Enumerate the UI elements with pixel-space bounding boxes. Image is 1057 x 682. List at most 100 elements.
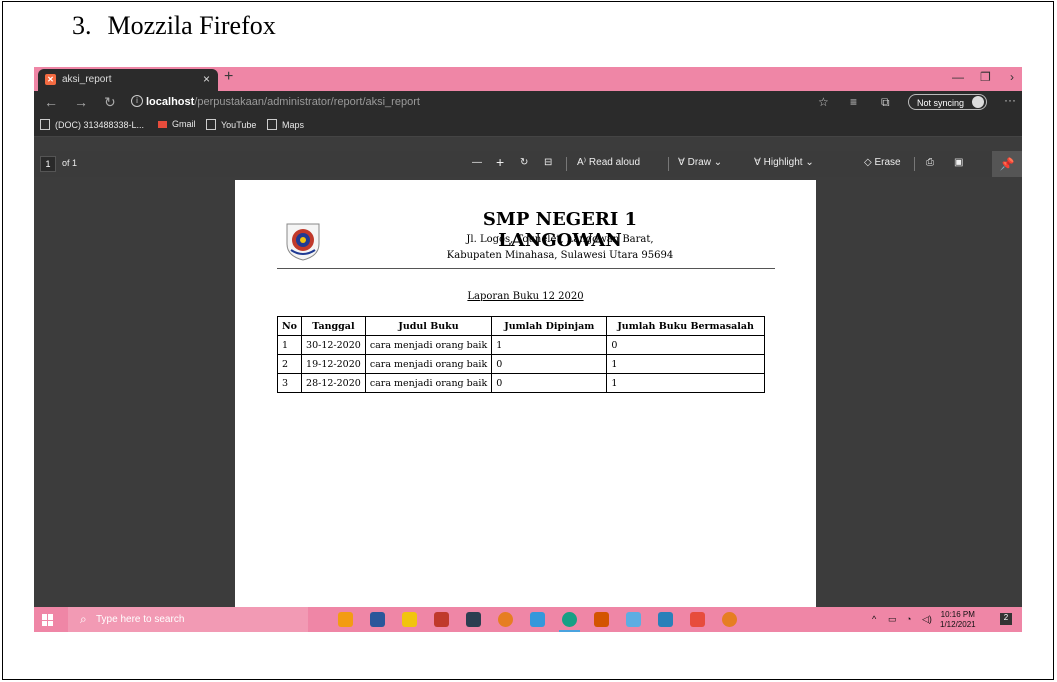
table-cell: 1 [606,373,765,393]
erase-label: Erase [874,157,901,168]
column-header: Jumlah Dipinjam [491,316,608,336]
header-divider [277,268,775,269]
table-cell: 3 [276,373,303,393]
search-placeholder: Type here to search [96,614,185,625]
url-path: /perpustakaan/administrator/report/aksi_… [194,96,420,108]
back-icon[interactable]: ← [44,94,58,110]
zoom-out-icon[interactable]: — [472,157,482,168]
table-cell: 0 [491,373,608,393]
firefox-icon[interactable] [722,612,737,627]
file-explorer-icon[interactable] [402,612,417,627]
url-field[interactable]: localhost/perpustakaan/administrator/rep… [146,96,420,108]
word-icon[interactable] [370,612,385,627]
bookmark-youtube[interactable]: YouTube [206,119,256,130]
page-icon [206,119,216,130]
taskbar-search[interactable]: ⌕ Type here to search [68,607,308,632]
draw-button[interactable]: ∀ Draw ⌄ [678,157,722,168]
page-count: of 1 [62,158,78,168]
table-cell: 1 [491,335,608,355]
clock-time: 10:16 PM [940,610,975,619]
windows-taskbar: ⌕ Type here to search ^ ▭ ◔ ◁) 10:16 PM … [34,607,1022,632]
gmail-icon [158,121,167,128]
tab-title: aksi_report [62,74,112,85]
bookmark-label: Gmail [172,119,196,129]
edge-icon[interactable] [559,612,580,632]
highlight-button[interactable]: ∀ Highlight ⌄ [754,157,814,168]
bookmark-label: (DOC) 313488338-L... [55,120,145,130]
fit-page-icon[interactable]: ⊟ [544,157,552,168]
url-host: localhost [146,96,195,108]
wifi-icon[interactable]: ◔ [906,614,911,624]
toolbar-divider [668,157,669,171]
search-icon: ⌕ [80,612,87,626]
bookmark-gmail[interactable]: Gmail [158,119,196,129]
table-cell: 1 [276,335,303,355]
photos-icon[interactable] [530,612,545,627]
highlight-label: Highlight [763,157,803,168]
eraser-icon: ◇ [864,157,875,168]
print-icon[interactable]: ⎙ [926,157,934,168]
highlight-icon: ∀ [754,157,764,168]
school-emblem-icon [286,223,320,261]
read-aloud-icon: A⁾ [577,157,589,168]
refresh-icon[interactable]: ↻ [104,94,116,111]
table-cell: 0 [606,335,765,355]
show-hidden-icons-icon[interactable]: ^ [872,614,876,624]
store-icon[interactable] [338,612,353,627]
report-title: Laporan Buku 12 2020 [467,291,584,302]
document-heading: 3. Mozzila Firefox [72,11,276,41]
table-cell: cara menjadi orang baik [364,354,493,374]
pdf-page: SMP NEGERI 1 LANGOWAN Jl. Logos, Tounele… [235,180,816,607]
table-cell: cara menjadi orang baik [364,373,493,393]
collections-icon[interactable]: ⧉ [881,95,890,110]
forward-icon[interactable]: → [74,94,88,110]
zoom-in-icon[interactable]: + [496,154,504,170]
rotate-icon[interactable]: ↻ [520,157,528,168]
report-table: No Tanggal Judul Buku Jumlah Dipinjam Ju… [276,316,765,393]
page-number-input[interactable]: 1 [40,156,56,172]
read-aloud-button[interactable]: A⁾ Read aloud [577,157,640,168]
draw-label: Draw [687,157,711,168]
bookmark-doc[interactable]: (DOC) 313488338-L... [40,119,144,130]
erase-button[interactable]: ◇ Erase [864,157,901,168]
page-icon [40,119,50,130]
powerpoint-icon[interactable] [594,612,609,627]
bookmark-maps[interactable]: Maps [267,119,304,130]
calculator-icon[interactable] [466,612,481,627]
notepad-icon[interactable] [626,612,641,627]
toolbar-divider [566,157,567,171]
notification-badge[interactable]: 2 [1000,613,1012,625]
bookmarks-bar: (DOC) 313488338-L... Gmail YouTube Maps [34,114,1022,137]
table-cell: 28-12-2020 [301,373,366,393]
table-cell: 2 [276,354,303,374]
address-bar: ← → ↻ i localhost/perpustakaan/administr… [34,91,1022,114]
column-header: No [276,316,303,336]
read-aloud-label: Read aloud [588,157,641,168]
info-icon[interactable]: i [131,95,143,107]
save-icon[interactable]: ▣ [954,157,963,168]
draw-icon: ∀ [678,157,688,168]
volume-icon[interactable]: ◁) [922,614,932,625]
more-menu-icon[interactable]: ··· [1004,93,1016,107]
pdf-toolbar: 1 of 1 — + ↻ ⊟ A⁾ Read aloud ∀ Draw ⌄ ∀ … [34,151,1022,177]
sync-button[interactable]: Not syncing [908,94,988,110]
vscode-icon[interactable] [658,612,673,627]
chrome-icon[interactable] [498,612,513,627]
restore-icon[interactable]: ❐ [980,70,991,84]
minimize-icon[interactable]: — [952,70,964,84]
favorites-list-icon[interactable]: ≡ [850,95,857,109]
bookmark-label: YouTube [221,120,257,130]
windows-start-icon[interactable] [42,614,54,626]
battery-icon[interactable]: ▭ [888,614,897,625]
new-tab-button[interactable]: + [224,68,233,86]
close-tab-icon[interactable]: × [203,72,210,86]
browser-tab[interactable]: ✕ aksi_report × [38,69,218,91]
chevron-down-icon: ⌄ [713,157,723,168]
school-address-line1: Jl. Logos, Tounelet, Langowan Barat, [466,234,654,245]
favorite-star-icon[interactable]: ☆ [818,95,829,109]
youtube-app-icon[interactable] [434,612,449,627]
system-clock[interactable]: 10:16 PM 1/12/2021 [940,610,976,630]
xampp-icon[interactable] [690,612,705,627]
pin-toolbar-icon[interactable]: 📌 [992,151,1022,177]
close-window-icon[interactable]: › [1010,70,1014,84]
